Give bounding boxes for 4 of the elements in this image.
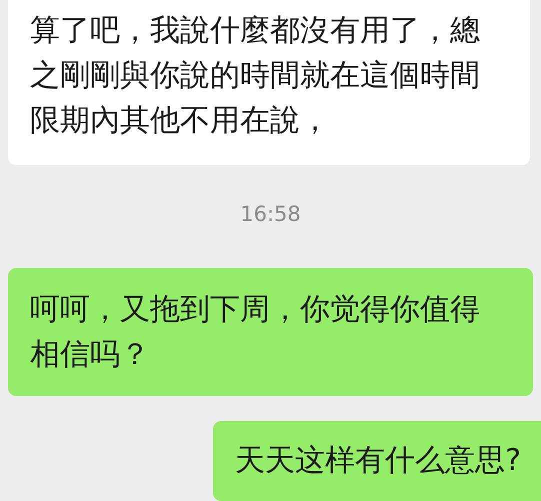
message-bubble: 算了吧，我說什麼都沒有用了，總之剛剛與你說的時間就在這個時間限期內其他不用在說， xyxy=(8,0,530,165)
message-bubble: 呵呵，又拖到下周，你觉得你值得相信吗？ xyxy=(8,268,533,396)
message-bubble: 天天这样有什么意思? xyxy=(213,421,541,501)
timestamp: 16:58 xyxy=(239,202,302,226)
